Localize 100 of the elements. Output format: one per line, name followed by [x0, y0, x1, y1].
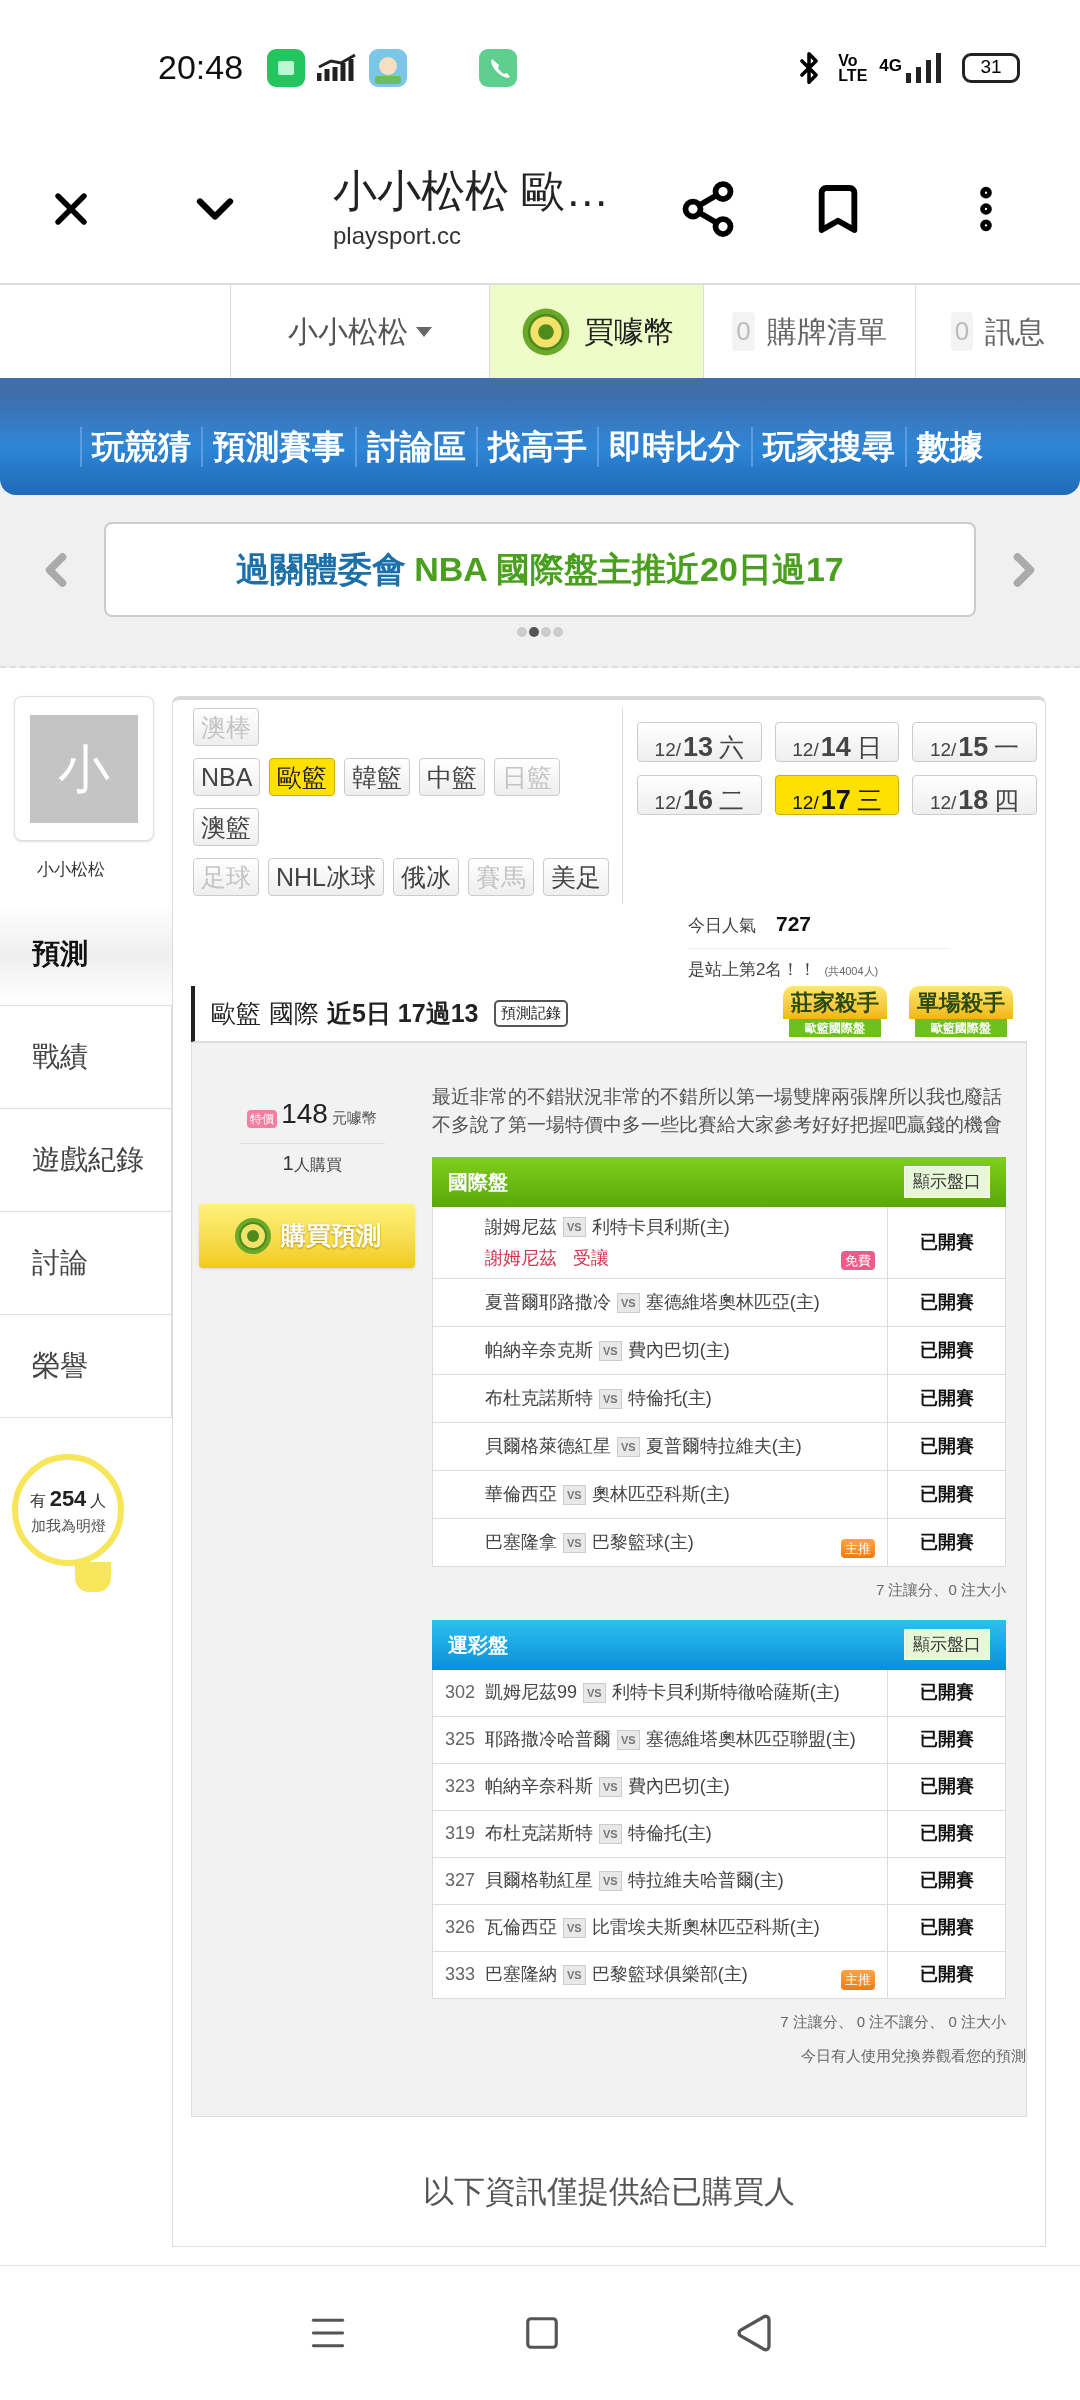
banner-name: 過關體委會	[236, 549, 407, 590]
show-odds-button[interactable]: 顯示盤口	[904, 1628, 990, 1661]
member-total: (共4004人)	[824, 963, 879, 979]
date-button[interactable]: 12/13 六	[637, 722, 762, 762]
home-team: 夏普爾特拉維夫(主)	[645, 1435, 802, 1458]
sport-button[interactable]: 歐籃	[269, 758, 336, 796]
away-team: 貝爾格勒紅星	[485, 1869, 593, 1892]
away-team: 布杜克諾斯特	[485, 1822, 593, 1845]
nav-link[interactable]: 數據	[907, 421, 993, 472]
date-button[interactable]: 12/14 日	[774, 722, 900, 762]
game-number: 323	[445, 1776, 476, 1796]
side-tab[interactable]: 遊戲紀錄	[0, 1108, 172, 1212]
nav-link[interactable]: 預測賽事	[203, 421, 355, 472]
show-odds-button[interactable]: 顯示盤口	[904, 1166, 990, 1198]
date-button[interactable]: 12/15 一	[912, 722, 1037, 762]
home-team: 塞德維塔奧林匹亞聯盟(主)	[645, 1728, 856, 1751]
messages-link[interactable]: 訊息	[985, 309, 1046, 354]
home-icon[interactable]	[523, 2314, 561, 2352]
pick-tag: 免費	[841, 1250, 875, 1270]
league-label: 歐籃	[211, 997, 261, 1029]
nav-link[interactable]: 找高手	[478, 421, 597, 472]
caret-icon	[416, 326, 432, 337]
bet-summary: 今日有人使用兌換券觀看您的預測	[801, 2046, 1026, 2066]
battery-icon: 31	[962, 52, 1020, 83]
record-button[interactable]: 預測記錄	[494, 1000, 569, 1027]
game-status: 已開賽	[919, 1531, 974, 1554]
home-team: 塞德維塔奧林匹亞(主)	[645, 1291, 820, 1314]
buy-coins-button[interactable]: 買噱幣	[489, 285, 703, 378]
avatar: 小	[30, 714, 138, 823]
sport-button[interactable]: 韓籃	[344, 758, 411, 796]
pick-team: 謝姆尼茲	[485, 1246, 557, 1270]
away-team: 瓦倫西亞	[485, 1916, 557, 1939]
game-status: 已開賽	[919, 1387, 974, 1410]
game-status: 已開賽	[919, 1728, 974, 1751]
fans-prefix: 有	[29, 1490, 46, 1511]
coin-icon	[233, 1216, 273, 1256]
price: 148	[281, 1097, 328, 1131]
profile-name: 小小松松	[37, 859, 105, 881]
date-button[interactable]: 12/17 三	[774, 775, 900, 815]
game-status: 已開賽	[919, 1339, 974, 1362]
sport-button[interactable]: 俄冰	[393, 858, 459, 896]
away-team: 夏普爾耶路撒冷	[485, 1291, 611, 1314]
sport-button[interactable]: NBA	[193, 758, 261, 796]
home-team: 特倫托(主)	[627, 1387, 712, 1410]
game-number: 326	[445, 1917, 476, 1937]
away-team: 帕納辛奈克斯	[485, 1339, 593, 1362]
price-unit: 元噱幣	[331, 1108, 377, 1128]
game-status: 已開賽	[919, 1775, 974, 1798]
volte-label: LTE	[838, 67, 868, 83]
pick-type: 受讓	[573, 1246, 609, 1270]
date-button[interactable]: 12/16 二	[637, 775, 762, 815]
away-team: 帕納辛奈科斯	[485, 1775, 593, 1798]
side-tab[interactable]: 榮譽	[0, 1314, 172, 1418]
nav-link[interactable]: 即時比分	[599, 421, 751, 472]
network-label: 4G	[879, 54, 902, 77]
home-team: 費內巴切(主)	[627, 1339, 730, 1362]
home-team: 奧林匹亞科斯(主)	[591, 1483, 730, 1506]
game-number: 319	[445, 1823, 476, 1843]
pick-tag: 主推	[841, 1970, 875, 1990]
game-status: 已開賽	[919, 1681, 974, 1704]
page-url: playsport.cc	[333, 221, 463, 251]
game-status: 已開賽	[919, 1291, 974, 1314]
vs-label: VS	[599, 1776, 622, 1797]
vs-label: VS	[617, 1292, 640, 1313]
fans-suffix: 人	[90, 1490, 107, 1511]
sport-button[interactable]: 澳籃	[193, 808, 259, 846]
vs-label: VS	[617, 1436, 640, 1457]
vs-label: VS	[599, 1870, 622, 1891]
sport-button[interactable]: NHL冰球	[268, 858, 384, 896]
popularity-value: 727	[776, 911, 812, 937]
bet-summary: 7 注讓分、 0 注不讓分、 0 注大小	[780, 2011, 1006, 2032]
game-number: 302	[445, 1682, 476, 1702]
nav-link[interactable]: 討論區	[357, 421, 476, 472]
date-button[interactable]: 12/18 四	[912, 775, 1037, 815]
home-team: 巴黎籃球(主)	[591, 1531, 694, 1554]
game-status: 已開賽	[919, 1231, 974, 1254]
vs-label: VS	[563, 1532, 586, 1553]
game-status: 已開賽	[919, 1435, 974, 1458]
game-status: 已開賽	[919, 1963, 974, 1986]
banner-headline: NBA 國際盤主推近20日過17	[414, 549, 844, 590]
promo-banner[interactable]: 過關體委會 NBA 國際盤主推近20日過17	[104, 522, 976, 617]
side-tab[interactable]: 戰績	[0, 1005, 172, 1109]
popularity-label: 今日人氣	[688, 915, 756, 937]
market-label: 國際	[269, 997, 319, 1029]
sport-button[interactable]: 中籃	[419, 758, 486, 796]
sport-button[interactable]: 美足	[543, 858, 609, 896]
buyer-count: 1	[282, 1151, 294, 1176]
page-title: 小小松松 歐…	[333, 165, 611, 217]
nav-link[interactable]: 玩競猜	[82, 421, 201, 472]
badge-ribbon: 歐籃國際盤	[789, 1019, 881, 1037]
message-count: 0	[950, 312, 974, 351]
game-status: 已開賽	[919, 1916, 974, 1939]
cart-link[interactable]: 購牌清單	[766, 309, 887, 354]
sale-tag: 特價	[247, 1110, 278, 1128]
home-team: 比雷埃夫斯奧林匹亞科斯(主)	[591, 1916, 820, 1939]
nav-link[interactable]: 玩家搜尋	[753, 421, 905, 472]
away-team: 耶路撒冷哈普爾	[485, 1728, 611, 1751]
side-tab[interactable]: 討論	[0, 1211, 172, 1315]
home-team: 巴黎籃球俱樂部(主)	[591, 1963, 748, 1986]
vs-label: VS	[599, 1340, 622, 1361]
